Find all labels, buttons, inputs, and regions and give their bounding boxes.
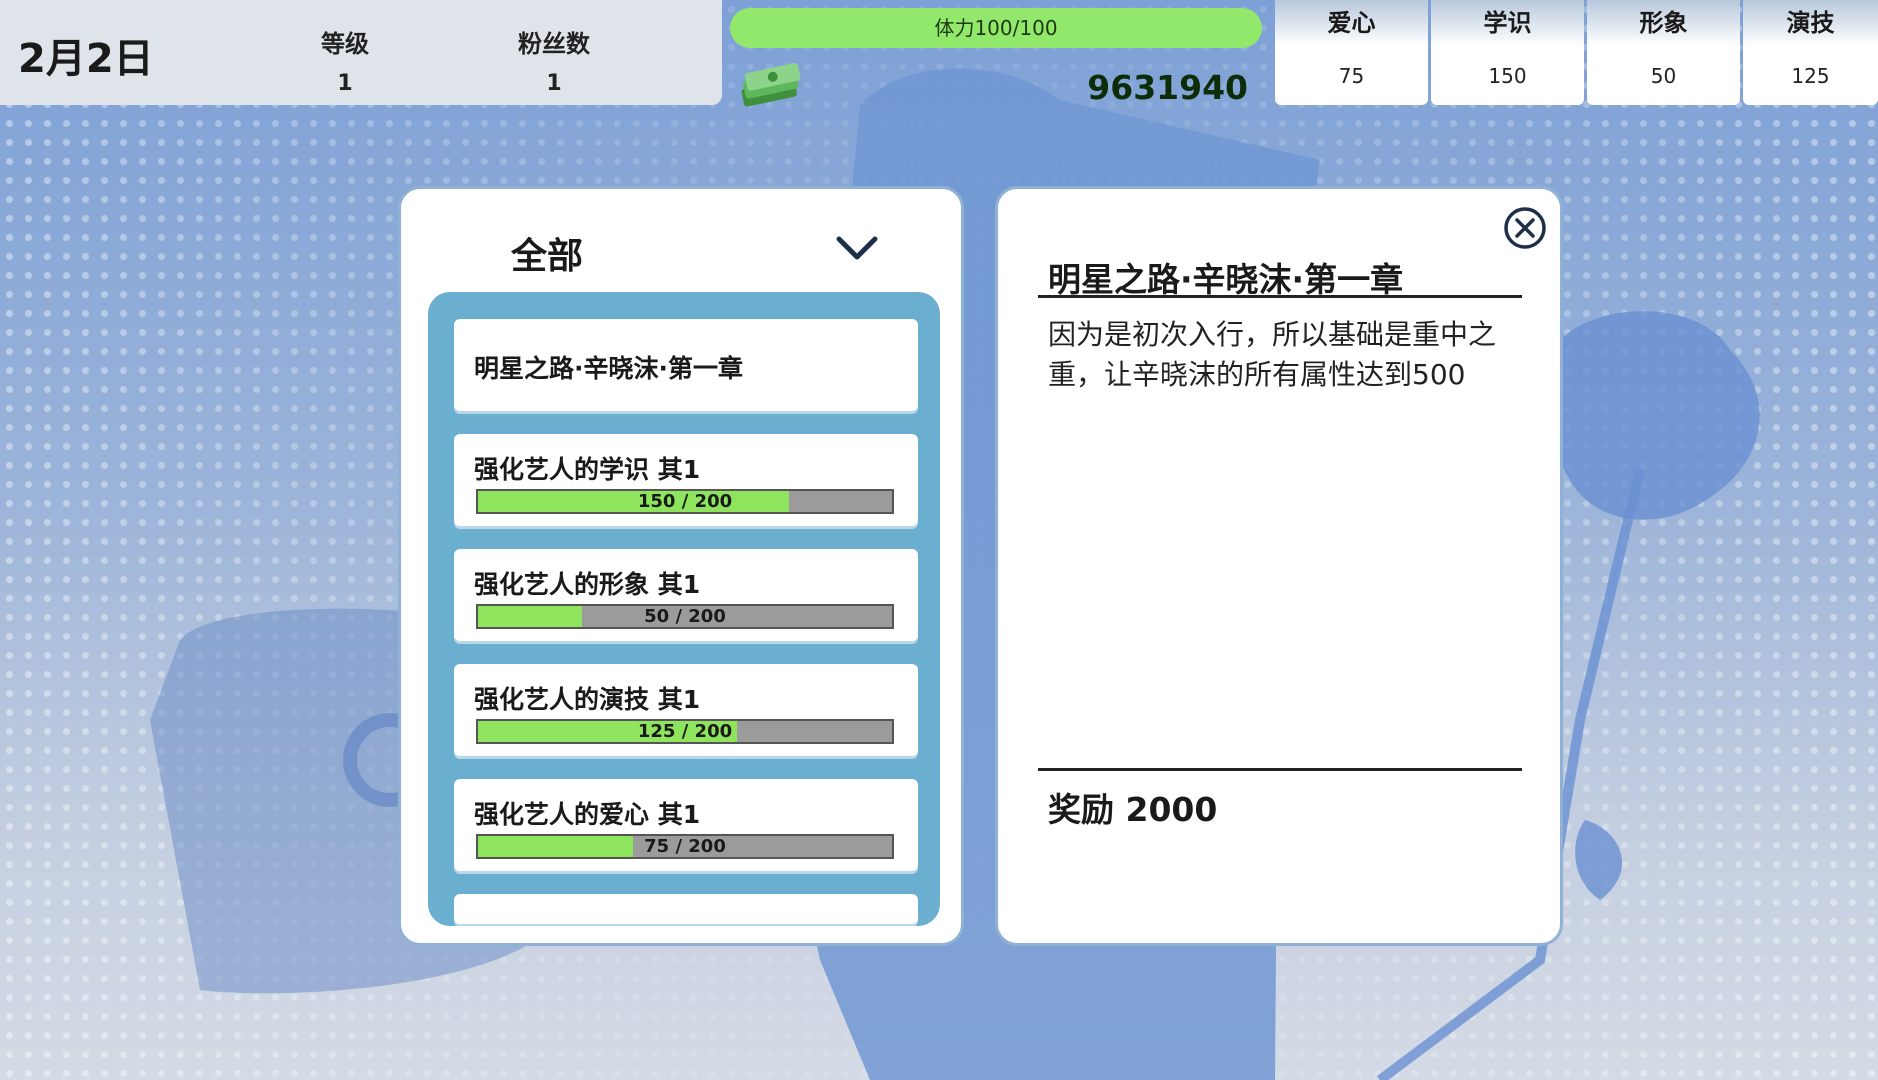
attribute-love: 爱心 75 bbox=[1275, 0, 1428, 105]
attribute-label: 学识 bbox=[1431, 0, 1584, 46]
attribute-value: 150 bbox=[1488, 64, 1527, 88]
attribute-label: 爱心 bbox=[1275, 0, 1428, 46]
quest-item-title: 强化艺人的演技 其1 bbox=[474, 685, 701, 714]
close-icon bbox=[1504, 207, 1546, 249]
fans-label: 粉丝数 bbox=[518, 30, 590, 58]
reward-divider bbox=[1038, 768, 1522, 771]
stamina-bar: 体力100/100 bbox=[730, 8, 1262, 48]
attribute-acting: 演技 125 bbox=[1743, 0, 1878, 105]
attribute-knowledge: 学识 150 bbox=[1431, 0, 1584, 105]
attribute-value: 75 bbox=[1338, 64, 1365, 88]
quest-item-title: 明星之路·辛晓沫·第一章 bbox=[474, 354, 743, 383]
quest-item[interactable] bbox=[454, 894, 918, 924]
level-label: 等级 bbox=[321, 30, 369, 58]
progress-bar: 50 / 200 bbox=[476, 604, 894, 629]
quest-title: 明星之路·辛晓沫·第一章 bbox=[1048, 260, 1404, 299]
attribute-value: 50 bbox=[1650, 64, 1677, 88]
level-value: 1 bbox=[337, 71, 353, 96]
attribute-label: 演技 bbox=[1743, 0, 1878, 46]
progress-text: 125 / 200 bbox=[637, 721, 733, 742]
attribute-label: 形象 bbox=[1587, 0, 1740, 46]
filter-dropdown-label[interactable]: 全部 bbox=[511, 227, 583, 279]
quest-item[interactable]: 强化艺人的形象 其1 50 / 200 bbox=[454, 549, 918, 641]
status-bar: 2月2日 等级 1 粉丝数 1 bbox=[0, 0, 722, 105]
progress-bar: 125 / 200 bbox=[476, 719, 894, 744]
quest-item-title: 强化艺人的形象 其1 bbox=[474, 570, 701, 599]
title-divider bbox=[1038, 295, 1522, 298]
progress-text: 150 / 200 bbox=[637, 491, 733, 512]
quest-description: 因为是初次入行，所以基础是重中之重，让辛晓沫的所有属性达到500 bbox=[1048, 318, 1497, 391]
cash-stack-icon bbox=[738, 62, 802, 114]
money-value: 9631940 bbox=[1087, 68, 1248, 107]
quest-reward: 奖励 2000 bbox=[1048, 790, 1218, 829]
quest-item[interactable]: 强化艺人的演技 其1 125 / 200 bbox=[454, 664, 918, 756]
quest-item[interactable]: 强化艺人的学识 其1 150 / 200 bbox=[454, 434, 918, 526]
close-button[interactable] bbox=[1502, 205, 1548, 255]
quest-item-title: 强化艺人的爱心 其1 bbox=[474, 800, 701, 829]
progress-text: 50 / 200 bbox=[644, 606, 726, 627]
quest-list[interactable]: 明星之路·辛晓沫·第一章 强化艺人的学识 其1 150 / 200 强化艺人的形… bbox=[428, 292, 940, 926]
level-stat: 等级 1 bbox=[275, 24, 415, 96]
date-label: 2月2日 bbox=[18, 36, 154, 82]
quest-item[interactable]: 明星之路·辛晓沫·第一章 bbox=[454, 319, 918, 411]
fans-stat: 粉丝数 1 bbox=[484, 24, 624, 96]
attribute-value: 125 bbox=[1791, 64, 1830, 88]
fans-value: 1 bbox=[546, 71, 562, 96]
progress-text: 75 / 200 bbox=[644, 836, 726, 857]
progress-bar: 75 / 200 bbox=[476, 834, 894, 859]
attribute-image: 形象 50 bbox=[1587, 0, 1740, 105]
progress-bar: 150 / 200 bbox=[476, 489, 894, 514]
quest-item[interactable]: 强化艺人的爱心 其1 75 / 200 bbox=[454, 779, 918, 871]
quest-detail-panel: 明星之路·辛晓沫·第一章 因为是初次入行，所以基础是重中之重，让辛晓沫的所有属性… bbox=[995, 186, 1563, 946]
quest-list-panel: 全部 明星之路·辛晓沫·第一章 强化艺人的学识 其1 150 / 200 强化艺… bbox=[398, 186, 964, 946]
quest-item-title: 强化艺人的学识 其1 bbox=[474, 455, 701, 484]
chevron-down-icon[interactable] bbox=[835, 233, 879, 267]
